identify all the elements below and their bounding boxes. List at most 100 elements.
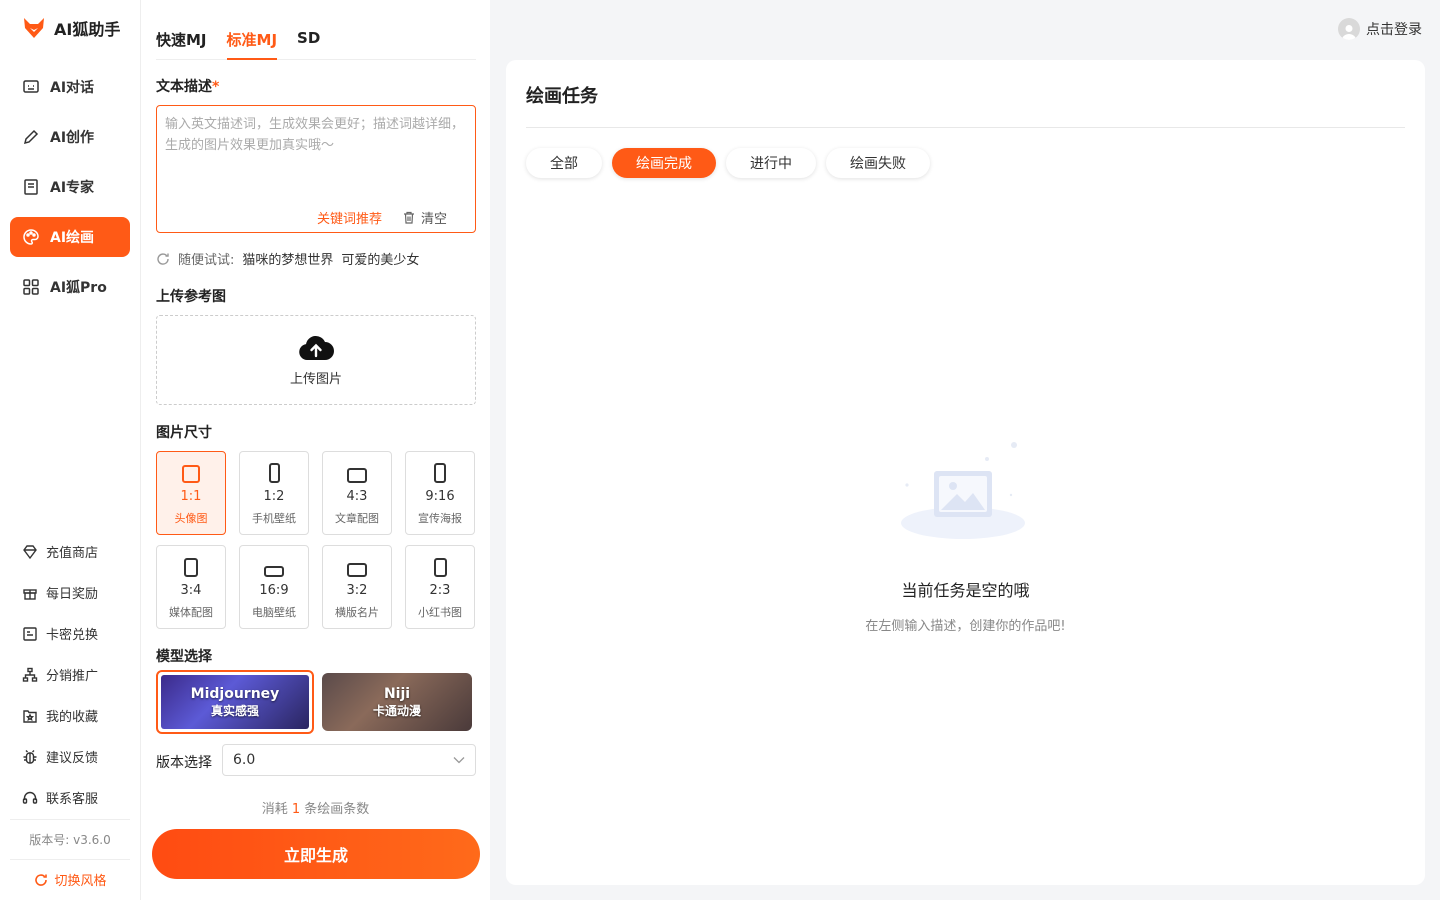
switch-style-button[interactable]: 切换风格 — [0, 870, 141, 889]
nav-label: AI狐Pro — [50, 280, 107, 296]
nav-label: 我的收藏 — [46, 710, 99, 725]
login-label: 点击登录 — [1366, 22, 1422, 38]
size-desc: 横版名片 — [335, 606, 379, 619]
filter-in-progress[interactable]: 进行中 — [726, 148, 816, 178]
app-logo[interactable]: AI狐助手 — [22, 16, 120, 40]
size-option-9-16[interactable]: 9:16 宣传海报 — [405, 451, 475, 535]
size-label: 图片尺寸 — [156, 425, 212, 441]
nav-item-ai-pro[interactable]: AI狐Pro — [10, 267, 130, 307]
mode-tabs: 快速MJ 标准MJ SD — [156, 29, 476, 60]
size-desc: 电脑壁纸 — [252, 606, 296, 619]
prompt-input[interactable] — [165, 114, 469, 194]
cost-prefix: 消耗 — [261, 802, 288, 817]
filter-failed[interactable]: 绘画失败 — [826, 148, 930, 178]
size-desc: 手机壁纸 — [252, 512, 296, 525]
size-option-3-4[interactable]: 3:4 媒体配图 — [156, 545, 226, 629]
size-option-1-2[interactable]: 1:2 手机壁纸 — [239, 451, 309, 535]
try-suggestions: 随便试试: 猫咪的梦想世界 可爱的美少女 — [156, 249, 419, 268]
cloud-upload-icon — [299, 335, 334, 360]
size-option-3-2[interactable]: 3:2 横版名片 — [322, 545, 392, 629]
paint-config-panel: 快速MJ 标准MJ SD 文本描述* 关键词推荐 清空 随便试试: 猫咪的梦想世… — [141, 0, 490, 900]
model-name: Midjourney — [190, 685, 280, 702]
size-ratio: 2:3 — [429, 583, 451, 598]
main-nav: AI对话 AI创作 AI专家 AI绘画 AI狐Pro — [10, 67, 130, 317]
empty-state: 当前任务是空的哦 在左侧输入描述，创建你的作品吧! — [506, 435, 1425, 634]
nav-item-card-redeem[interactable]: 卡密兑换 — [10, 613, 130, 654]
trash-icon — [404, 211, 414, 224]
avatar — [1338, 18, 1360, 40]
cost-info: 消耗 1 条绘画条数 — [141, 798, 490, 817]
ratio-portrait-icon — [184, 558, 198, 577]
secondary-nav: 充值商店 每日奖励 卡密兑换 分销推广 我的收藏 建议反馈 联系客服 — [10, 531, 130, 818]
task-card: 绘画任务 全部 绘画完成 进行中 绘画失败 当前任务是空的哦 在左侧输入描述，创… — [506, 60, 1425, 885]
grid-icon — [23, 279, 39, 295]
ratio-portrait-icon — [268, 463, 280, 483]
keyword-recommend-button[interactable]: 关键词推荐 — [317, 208, 382, 227]
model-sub: 真实感强 — [210, 703, 259, 718]
task-filters: 全部 绘画完成 进行中 绘画失败 — [526, 148, 930, 178]
model-name: Niji — [383, 685, 411, 702]
prompt-box: 关键词推荐 清空 — [156, 105, 476, 233]
tab-sd[interactable]: SD — [297, 29, 320, 60]
version-select[interactable]: 6.0 — [222, 744, 476, 776]
size-ratio: 4:3 — [346, 489, 368, 504]
ratio-portrait-icon — [434, 463, 446, 483]
model-label: 模型选择 — [156, 649, 212, 665]
network-icon — [22, 667, 38, 682]
version-label: 版本号: v3.6.0 — [10, 819, 130, 860]
divider — [526, 127, 1405, 128]
tab-fast-mj[interactable]: 快速MJ — [156, 29, 207, 60]
nav-item-ai-expert[interactable]: AI专家 — [10, 167, 130, 207]
size-desc: 媒体配图 — [169, 606, 213, 619]
ratio-square-icon — [182, 465, 200, 483]
nav-item-affiliate[interactable]: 分销推广 — [10, 654, 130, 695]
book-icon — [24, 179, 38, 195]
refresh-style-icon — [35, 873, 48, 886]
upload-label: 上传参考图 — [156, 289, 226, 305]
size-option-16-9[interactable]: 16:9 电脑壁纸 — [239, 545, 309, 629]
size-ratio: 3:4 — [180, 583, 202, 598]
generate-button[interactable]: 立即生成 — [152, 829, 480, 879]
bug-icon — [23, 749, 37, 764]
nav-label: 充值商店 — [46, 546, 99, 561]
nav-label: AI对话 — [50, 80, 95, 96]
size-option-4-3[interactable]: 4:3 文章配图 — [322, 451, 392, 535]
suggestion-chip[interactable]: 可爱的美少女 — [341, 249, 419, 268]
sidebar: AI狐助手 AI对话 AI创作 AI专家 AI绘画 AI狐Pro 充值商店 每日… — [0, 0, 141, 900]
nav-item-daily-reward[interactable]: 每日奖励 — [10, 572, 130, 613]
cost-suffix: 条绘画条数 — [304, 802, 370, 817]
size-desc: 小红书图 — [418, 606, 462, 619]
tab-standard-mj[interactable]: 标准MJ — [226, 29, 278, 60]
suggestion-chip[interactable]: 猫咪的梦想世界 — [242, 249, 333, 268]
prompt-label: 文本描述* — [156, 76, 219, 96]
model-options: Midjourney 真实感强 Niji 卡通动漫 — [156, 670, 472, 734]
model-option-niji[interactable]: Niji 卡通动漫 — [322, 673, 472, 731]
filter-completed[interactable]: 绘画完成 — [612, 148, 716, 178]
size-ratio: 9:16 — [425, 489, 455, 504]
fox-logo-icon — [24, 18, 44, 38]
clear-label: 清空 — [421, 212, 448, 227]
nav-item-favorites[interactable]: 我的收藏 — [10, 695, 130, 736]
nav-item-recharge[interactable]: 充值商店 — [10, 531, 130, 572]
size-option-1-1[interactable]: 1:1 头像图 — [156, 451, 226, 535]
nav-item-feedback[interactable]: 建议反馈 — [10, 736, 130, 777]
nav-item-ai-painting[interactable]: AI绘画 — [10, 217, 130, 257]
headset-icon — [22, 791, 38, 804]
login-button[interactable]: 点击登录 — [1338, 18, 1422, 40]
switch-style-label: 切换风格 — [54, 874, 107, 889]
nav-item-ai-create[interactable]: AI创作 — [10, 117, 130, 157]
ratio-portrait-icon — [433, 558, 447, 577]
refresh-icon — [157, 252, 169, 265]
card-icon — [23, 626, 37, 641]
empty-title: 当前任务是空的哦 — [901, 581, 1030, 600]
size-option-2-3[interactable]: 2:3 小红书图 — [405, 545, 475, 629]
nav-item-support[interactable]: 联系客服 — [10, 777, 130, 818]
nav-item-ai-chat[interactable]: AI对话 — [10, 67, 130, 107]
palette-icon — [23, 229, 39, 245]
model-sub: 卡通动漫 — [372, 703, 421, 718]
model-option-midjourney[interactable]: Midjourney 真实感强 — [156, 670, 314, 734]
ratio-landscape-icon — [264, 566, 284, 577]
filter-all[interactable]: 全部 — [526, 148, 602, 178]
clear-button[interactable]: 清空 — [403, 208, 447, 227]
upload-dropzone[interactable]: 上传图片 — [156, 315, 476, 405]
